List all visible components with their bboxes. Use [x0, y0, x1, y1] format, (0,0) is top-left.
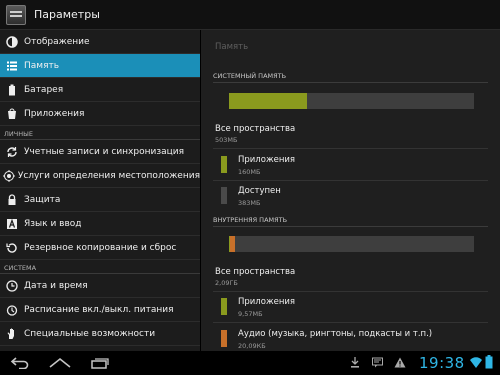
home-icon — [49, 357, 71, 368]
sidebar-item-accounts-sync[interactable]: Учетные записи и синхронизация — [0, 140, 200, 164]
sidebar-item-label: Защита — [24, 194, 61, 205]
location-icon — [2, 169, 16, 182]
settings-app-icon[interactable] — [6, 4, 26, 25]
apps-color-swatch — [221, 298, 227, 315]
internal-audio-value: 20,09КБ — [238, 342, 266, 350]
back-button[interactable] — [8, 355, 32, 371]
battery-icon — [2, 84, 22, 96]
battery-status-icon — [485, 355, 493, 372]
sidebar-item-label: Услуги определения местоположения — [17, 170, 200, 181]
sidebar-item-label: Учетные записи и синхронизация — [24, 146, 185, 157]
message-icon[interactable] — [372, 357, 383, 371]
sidebar-item-battery[interactable]: Батарея — [0, 78, 200, 102]
home-button[interactable] — [48, 355, 72, 371]
divider — [213, 322, 488, 323]
wifi-icon — [470, 356, 482, 371]
section-header-system: СИСТЕМА — [0, 260, 200, 274]
apps-color-swatch — [221, 156, 227, 173]
internal-audio-label[interactable]: Аудио (музыка, рингтоны, подкасты и т.п.… — [238, 329, 432, 339]
sidebar-item-language-input[interactable]: Язык и ввод — [0, 212, 200, 236]
system-memory-used-fill — [229, 93, 308, 109]
sidebar-item-backup-reset[interactable]: Резервное копирование и сброс — [0, 236, 200, 260]
sidebar-item-label: Специальные возможности — [24, 328, 156, 339]
page-title: Память — [215, 42, 249, 52]
section-header-personal: ЛИЧНЫЕ — [0, 126, 200, 140]
system-apps-value: 160МБ — [238, 168, 261, 176]
sidebar-item-label: Дата и время — [24, 280, 88, 291]
system-memory-header: СИСТЕМНЫЙ ПАМЯТЬ — [213, 72, 488, 83]
storage-list-icon — [2, 60, 22, 72]
system-apps-label[interactable]: Приложения — [238, 155, 295, 165]
system-available-value: 383МБ — [238, 199, 261, 207]
internal-total-label: Все пространства — [215, 267, 296, 277]
sidebar-item-apps[interactable]: Приложения — [0, 102, 200, 126]
download-icon[interactable] — [350, 357, 360, 371]
internal-total-value: 2,09ГБ — [215, 279, 238, 287]
power-schedule-icon — [2, 304, 22, 316]
sidebar-item-label: Память — [24, 60, 60, 71]
brightness-icon — [2, 35, 22, 48]
sidebar-item-date-time[interactable]: Дата и время — [0, 274, 200, 298]
system-total-label: Все пространства — [215, 124, 296, 134]
sidebar-item-label: Батарея — [24, 84, 64, 95]
system-available-label[interactable]: Доступен — [238, 186, 281, 196]
sidebar-item-display[interactable]: Отображение — [0, 30, 200, 54]
recent-apps-icon — [91, 358, 109, 369]
internal-memory-header: ВНУТРЕННЯЯ ПАМЯТЬ — [213, 216, 488, 227]
sync-icon — [2, 146, 22, 158]
sidebar-item-label: Резервное копирование и сброс — [24, 242, 177, 253]
keyboard-letter-icon — [2, 218, 22, 230]
available-color-swatch — [221, 187, 227, 204]
internal-apps-label[interactable]: Приложения — [238, 297, 295, 307]
storage-panel: Память СИСТЕМНЫЙ ПАМЯТЬ Все пространства… — [201, 30, 500, 351]
sidebar-item-power-schedule[interactable]: Расписание вкл./выкл. питания — [0, 298, 200, 322]
apps-icon — [2, 108, 22, 120]
divider — [213, 291, 488, 292]
status-clock[interactable]: 19:38 — [419, 354, 465, 372]
sidebar-item-label: Язык и ввод — [24, 218, 82, 229]
sidebar-item-label: Отображение — [24, 36, 90, 47]
system-total-value: 503МБ — [215, 136, 238, 144]
divider — [213, 180, 488, 181]
internal-memory-bar — [229, 236, 474, 252]
warning-icon[interactable] — [394, 357, 406, 371]
app-title: Параметры — [34, 8, 100, 21]
sidebar-item-storage[interactable]: Память — [0, 54, 200, 78]
internal-audio-fill — [230, 236, 236, 252]
internal-apps-value: 9,57МБ — [238, 310, 263, 318]
clock-icon — [2, 279, 22, 292]
audio-color-swatch — [221, 330, 227, 347]
hand-icon — [2, 328, 22, 340]
sidebar-item-accessibility[interactable]: Специальные возможности — [0, 322, 200, 346]
action-bar: Параметры — [0, 0, 500, 30]
back-arrow-icon — [10, 357, 29, 369]
sidebar-item-label: Приложения — [24, 108, 85, 119]
sidebar-item-security[interactable]: Защита — [0, 188, 200, 212]
recent-apps-button[interactable] — [88, 355, 112, 371]
system-navigation-bar: 19:38 — [0, 351, 500, 375]
backup-icon — [2, 242, 22, 254]
sidebar-item-label: Расписание вкл./выкл. питания — [24, 304, 174, 315]
sidebar-item-location[interactable]: Услуги определения местоположения — [0, 164, 200, 188]
system-memory-bar — [229, 93, 474, 109]
divider — [213, 148, 488, 149]
lock-icon — [2, 193, 22, 206]
settings-sidebar: Отображение Память Батарея Приложения ЛИ… — [0, 30, 200, 351]
